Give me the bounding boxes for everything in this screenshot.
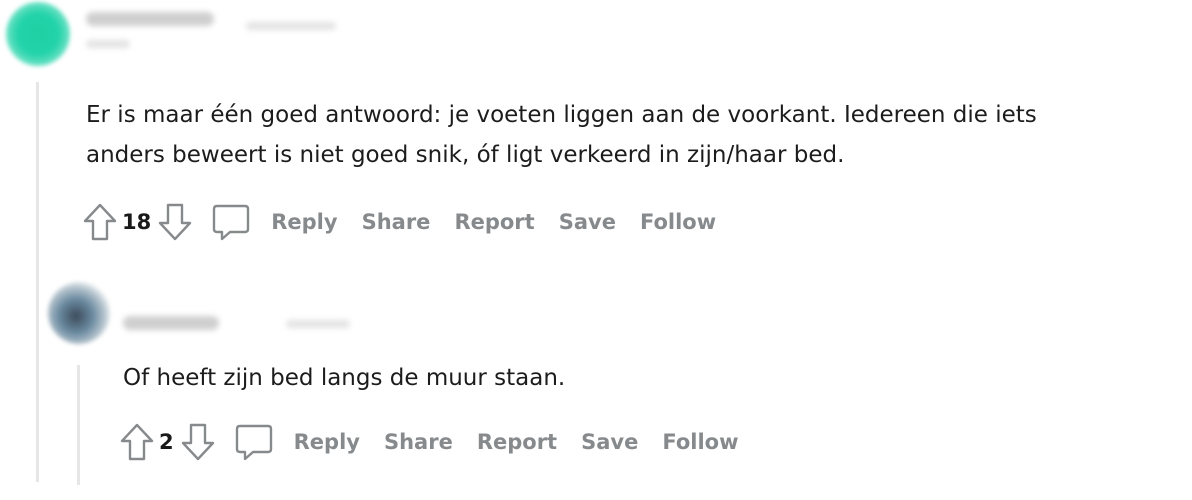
- comment-body-line: Of heeft zijn bed langs de muur staan.: [123, 365, 566, 391]
- timestamp-blurred: [246, 22, 336, 30]
- save-button[interactable]: Save: [547, 210, 628, 234]
- share-button[interactable]: Share: [372, 430, 465, 454]
- comment-body-line: anders beweert is niet goed snik, óf lig…: [86, 142, 845, 168]
- follow-button[interactable]: Follow: [628, 210, 728, 234]
- arrow-down-icon[interactable]: [180, 422, 216, 462]
- follow-button[interactable]: Follow: [650, 430, 750, 454]
- arrow-up-icon[interactable]: [82, 202, 118, 242]
- reply-button[interactable]: Reply: [282, 430, 372, 454]
- save-button[interactable]: Save: [569, 430, 650, 454]
- flair-blurred: [86, 40, 130, 48]
- thread-line-root[interactable]: [36, 82, 39, 482]
- thread-line-reply[interactable]: [77, 365, 80, 485]
- avatar[interactable]: [6, 2, 70, 66]
- comment-action-bar: 18 Reply Share Report Save Follow: [82, 200, 728, 244]
- username-blurred[interactable]: [86, 12, 214, 26]
- comment-action-bar: 2 Reply Share Report Save Follow: [119, 420, 751, 464]
- arrow-up-icon[interactable]: [119, 422, 155, 462]
- timestamp-blurred: [286, 320, 350, 328]
- vote-score: 2: [159, 430, 174, 454]
- comment-thread: Er is maar één goed antwoord: je voeten …: [0, 0, 1192, 500]
- username-blurred[interactable]: [123, 316, 219, 330]
- speech-bubble-icon[interactable]: [234, 422, 274, 462]
- speech-bubble-icon[interactable]: [211, 202, 251, 242]
- report-button[interactable]: Report: [465, 430, 569, 454]
- reply-button[interactable]: Reply: [259, 210, 349, 234]
- comment-body: Of heeft zijn bed langs de muur staan.: [123, 358, 565, 398]
- share-button[interactable]: Share: [350, 210, 443, 234]
- avatar[interactable]: [48, 282, 110, 344]
- arrow-down-icon[interactable]: [157, 202, 193, 242]
- comment-body-line: Er is maar één goed antwoord: je voeten …: [86, 102, 1037, 128]
- vote-score: 18: [122, 210, 152, 234]
- comment-body: Er is maar één goed antwoord: je voeten …: [86, 95, 1037, 175]
- report-button[interactable]: Report: [442, 210, 546, 234]
